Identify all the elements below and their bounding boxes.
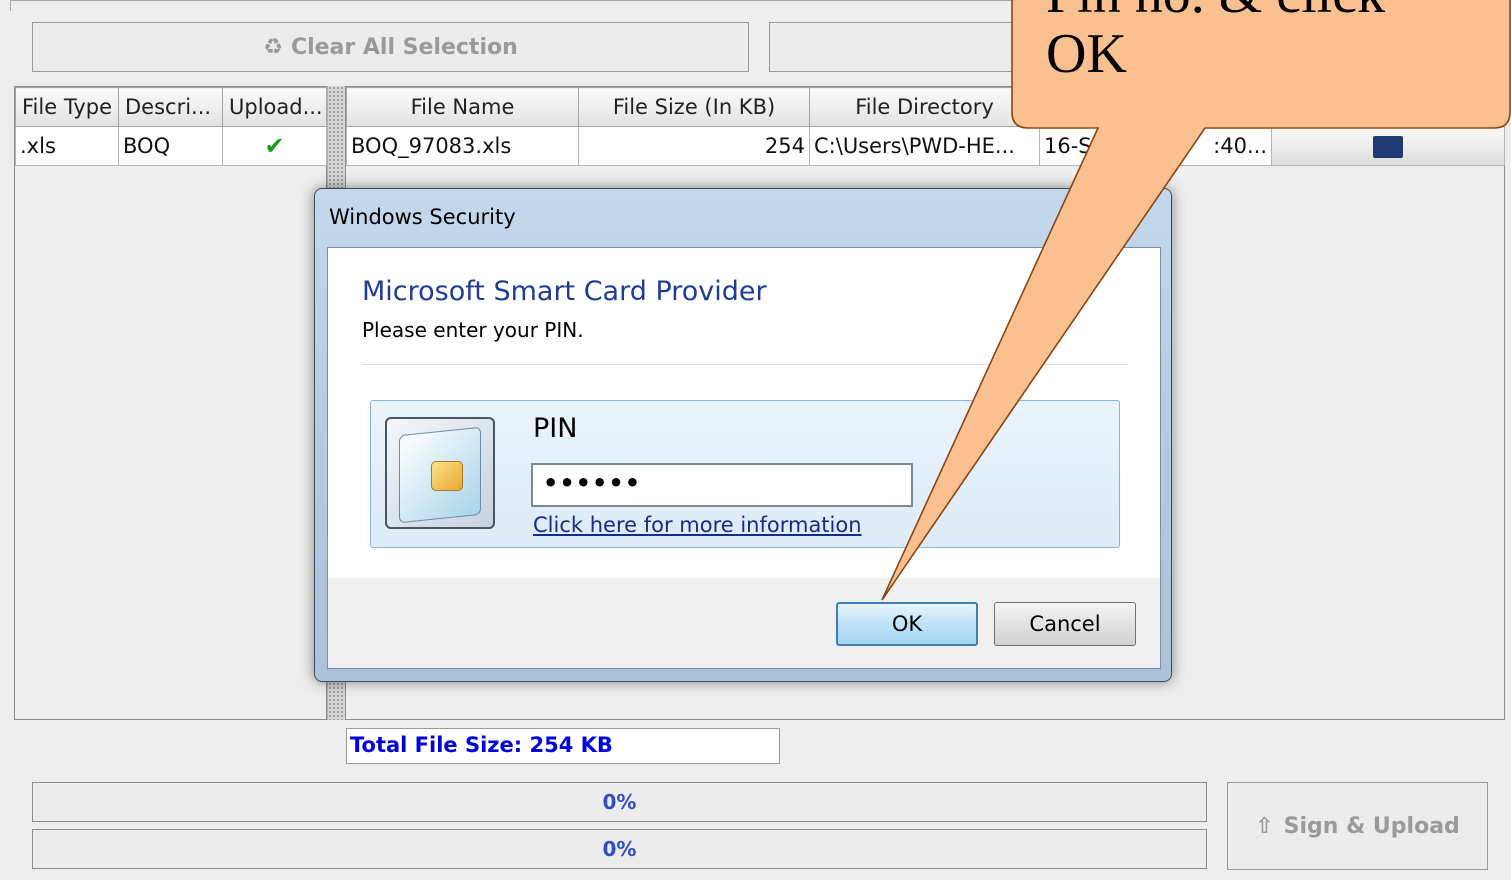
app-window: ♻ Clear All Selection File Type Descri..… bbox=[0, 0, 1511, 880]
callout-line-1: Pin no. & click bbox=[1046, 0, 1385, 24]
callout-line-2: OK bbox=[1046, 23, 1127, 85]
callout-text: Pin no. & click OK bbox=[1046, 0, 1385, 85]
callout-bubble bbox=[881, 0, 1511, 601]
